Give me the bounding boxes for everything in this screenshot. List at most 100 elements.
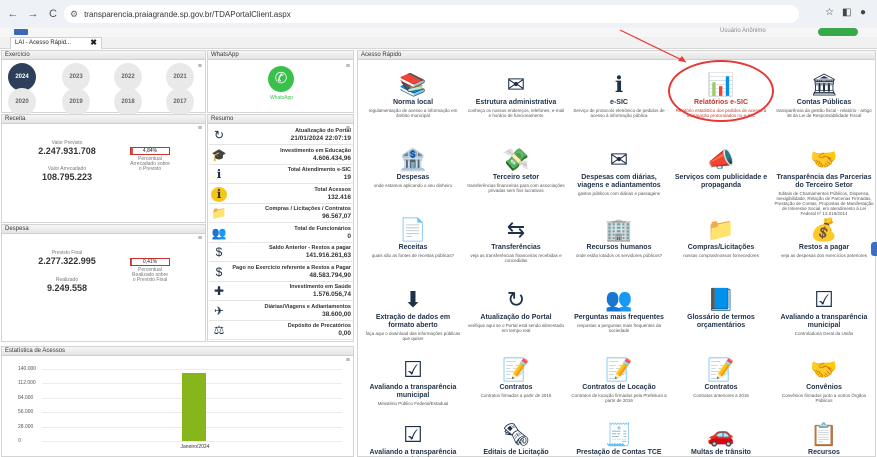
- tile-title: Contas Públicas: [796, 99, 852, 106]
- panel-header: Estatística de Acessos: [2, 347, 353, 356]
- tile-description: verifique aqui se o Portal está sendo al…: [467, 323, 565, 333]
- menu-icon[interactable]: ≡: [346, 357, 350, 364]
- quick-tile[interactable]: ☑ Avaliando a transparência municipal Cont…: [774, 286, 874, 336]
- quick-tile[interactable]: 📄 Receitas quais são as fontes de receitas…: [363, 216, 463, 258]
- tile-title: Terceiro setor: [492, 174, 540, 181]
- quick-tile[interactable]: 🤝 Convênios Convênios firmados junto a out…: [774, 356, 874, 403]
- public-accounts-icon: 🏛: [810, 72, 838, 97]
- year-2018[interactable]: 2018: [114, 88, 142, 116]
- close-icon[interactable]: ✖: [90, 38, 97, 47]
- travel-icon: ✈: [213, 303, 225, 318]
- year-2023[interactable]: 2023: [62, 63, 90, 91]
- quick-tile[interactable]: 📘 Glossário de termos orçamentários: [671, 286, 771, 331]
- menu-icon[interactable]: ≡: [346, 63, 350, 70]
- quick-tile[interactable]: 📣 Serviços com publicidade e propaganda: [671, 146, 771, 191]
- quick-tile[interactable]: 🏦 Despesas onde estamos aplicando o seu di…: [363, 146, 463, 188]
- tce-icon: 🧾: [605, 422, 633, 447]
- panel-header: Exercício: [2, 51, 205, 60]
- quick-tile[interactable]: 🏛 Contas Públicas transparência da gestão …: [774, 71, 874, 118]
- quick-tile[interactable]: 🗞Editais de LicitaçãoÍntegra dos Editais…: [466, 421, 566, 457]
- quick-tile[interactable]: 📋RecursosRecursos E-SIC: [774, 421, 874, 457]
- quick-tile[interactable]: 📁 Compras/Licitações nossas compras/nossos…: [671, 216, 771, 258]
- address-bar[interactable]: ⚙ transparencia.praiagrande.sp.gov.br/TD…: [64, 5, 799, 23]
- menu-icon[interactable]: ≡: [198, 125, 202, 132]
- tile-title: Multas de trânsito: [691, 449, 751, 456]
- menu-icon[interactable]: ≡: [198, 63, 202, 70]
- highlight-ellipse: [668, 60, 774, 122]
- menu-icon[interactable]: ≡: [198, 235, 202, 242]
- mpf-check-icon: ☑: [403, 357, 423, 382]
- money-icon: $: [215, 245, 223, 259]
- year-2017[interactable]: 2017: [166, 88, 194, 116]
- tile-description: faça aqui o download das informações púb…: [365, 331, 461, 341]
- summary-value: 1.576.056,74: [313, 291, 351, 298]
- reload-icon[interactable]: C: [46, 8, 60, 20]
- cgu-check-icon: ☑: [814, 287, 834, 312]
- summary-label: Diárias/Viagens e Adiantamentos: [264, 303, 351, 310]
- site-info-icon[interactable]: ⚙: [70, 9, 78, 20]
- sidepanel-icon[interactable]: ◧: [842, 7, 851, 18]
- tile-title: Recursos humanos: [586, 244, 652, 251]
- tab-label: LAI - Acesso Rápid...: [15, 40, 72, 46]
- url-text: transparencia.praiagrande.sp.gov.br/TDAP…: [84, 9, 291, 19]
- summary-value: 21/01/2024 22:07:19: [290, 135, 351, 142]
- quick-tile[interactable]: ✉ Estrutura administrativa conheça os noss…: [466, 71, 566, 118]
- quick-tile[interactable]: 🚗Multas de trânsitoMultas e autuações: [671, 421, 771, 457]
- bookmark-star-icon[interactable]: ☆: [825, 7, 834, 18]
- tile-title: Contratos: [499, 384, 533, 391]
- side-scroll-tab[interactable]: [871, 242, 877, 256]
- quick-tile[interactable]: 📝 Contratos de Locação Contratos de locaçã…: [569, 356, 669, 403]
- quick-tile[interactable]: ↻ Atualização do Portal verifique aqui se …: [466, 286, 566, 333]
- y-tick-label: 56.000: [18, 409, 34, 416]
- tile-title: Receitas: [398, 244, 428, 251]
- download-icon: ⬇: [403, 287, 423, 312]
- acesso-rapido-panel: Acesso Rápido 📚 Norma local regulamentação…: [357, 50, 876, 457]
- tile-title: Prestação de Contas TCE: [576, 449, 662, 456]
- tile-description: regulamentação de acesso a informação em…: [368, 108, 458, 118]
- quick-tile[interactable]: ⬇ Extração de dados em formato aberto faça…: [363, 286, 463, 341]
- tile-description: gastos públicos com diárias e passagens: [577, 191, 661, 196]
- profile-icon[interactable]: ●: [860, 7, 866, 18]
- tile-title: Norma local: [392, 99, 434, 106]
- forward-icon[interactable]: →: [26, 8, 40, 20]
- quick-tile[interactable]: 📝 Contratos Contratos anteriores a 2016: [671, 356, 771, 398]
- value: 2.277.322.995: [38, 256, 96, 266]
- quick-tile[interactable]: 💰 Restos a pagar veja as despesas dos exer…: [774, 216, 874, 258]
- folder-icon: 📁: [707, 217, 735, 242]
- quick-tile[interactable]: 📚 Norma local regulamentação de acesso a i…: [363, 71, 463, 118]
- quick-tile[interactable]: ☑ Avaliando a transparência municipal Mini…: [363, 356, 463, 406]
- traffic-fines-icon: 🚗: [707, 422, 735, 447]
- cgu-check-icon: ☑: [403, 422, 423, 447]
- tab-lai[interactable]: LAI - Acesso Rápid... ✖: [10, 37, 102, 49]
- money-bag-icon: 💰: [810, 217, 838, 242]
- quick-tile[interactable]: ☑Avaliando a transparência municipalEBT …: [363, 421, 463, 457]
- tile-description: veja as transferências financeiras receb…: [470, 253, 562, 263]
- quick-tile[interactable]: ⇆ Transferências veja as transferências fi…: [466, 216, 566, 263]
- quick-tile[interactable]: 👥 Perguntas mais frequentes respostas a pe…: [569, 286, 669, 333]
- tile-title: Contratos de Locação: [582, 384, 656, 391]
- handshake-icon: 🤝: [810, 357, 838, 382]
- quick-tile[interactable]: 🧾Prestação de Contas TCEPrestação de Con…: [569, 421, 669, 457]
- contract-icon: 📝: [502, 357, 530, 382]
- quick-tile[interactable]: 📝 Contratos Contratos firmados a partir de…: [466, 356, 566, 398]
- tile-title: Editais de Licitação: [483, 449, 549, 456]
- y-tick-label: 84.000: [18, 394, 34, 401]
- quick-tile[interactable]: 💸 Terceiro setor transferências financeira…: [466, 146, 566, 193]
- quick-tile[interactable]: 🤝 Transparência das Parcerias do Terceiro…: [774, 146, 874, 216]
- quick-tile[interactable]: ✉ Despesas com diárias, viagens e adianta…: [569, 146, 669, 196]
- quick-tile[interactable]: 🏢 Recursos humanos onde estão lotados os s…: [569, 216, 669, 258]
- whatsapp-icon[interactable]: ✆: [268, 66, 294, 92]
- grid-line: [42, 441, 342, 442]
- grid-line: [42, 369, 342, 370]
- year-2022[interactable]: 2022: [114, 63, 142, 91]
- back-icon[interactable]: ←: [6, 8, 20, 20]
- summary-label: Total Acessos: [314, 186, 351, 193]
- coins-icon: 🏦: [399, 147, 427, 172]
- chart-bar[interactable]: [182, 372, 206, 441]
- quick-tile[interactable]: ℹ e-SIC Serviço de protocolo eletrônico de…: [569, 71, 669, 118]
- year-2021[interactable]: 2021: [166, 63, 194, 91]
- year-2019[interactable]: 2019: [62, 88, 90, 116]
- year-2020[interactable]: 2020: [8, 88, 36, 116]
- year-2024[interactable]: 2024: [8, 63, 36, 91]
- header-green-button[interactable]: [818, 28, 858, 36]
